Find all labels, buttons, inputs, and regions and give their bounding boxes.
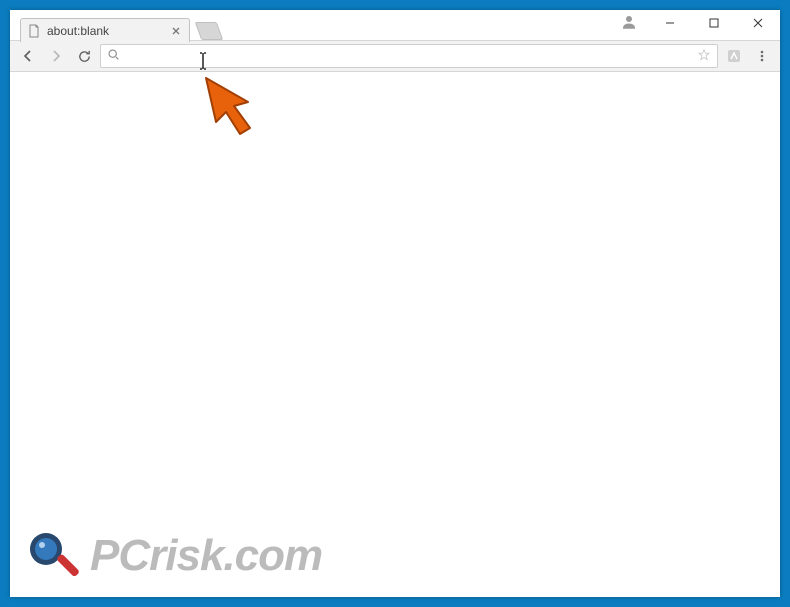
titlebar: about:blank [10,10,780,40]
bookmark-icon[interactable] [697,48,711,65]
watermark-text: PCrisk.com [90,531,322,581]
address-bar[interactable] [100,44,718,68]
watermark: PCrisk.com [26,529,322,583]
profile-icon[interactable] [620,13,640,33]
tab-strip: about:blank [20,18,220,40]
search-icon [107,48,120,64]
new-tab-button[interactable] [195,22,224,40]
page-content [10,72,780,597]
tab-title: about:blank [47,24,163,38]
close-button[interactable] [736,10,780,36]
window-controls [648,10,780,36]
extension-button[interactable] [722,44,746,68]
forward-button[interactable] [44,44,68,68]
tab-close-icon[interactable] [169,24,183,38]
url-input[interactable] [126,49,691,64]
toolbar [10,40,780,72]
reload-button[interactable] [72,44,96,68]
browser-window: about:blank [10,10,780,597]
minimize-button[interactable] [648,10,692,36]
menu-icon[interactable] [750,44,774,68]
browser-tab[interactable]: about:blank [20,18,190,42]
page-icon [27,24,41,38]
back-button[interactable] [16,44,40,68]
maximize-button[interactable] [692,10,736,36]
magnifier-icon [26,529,80,583]
